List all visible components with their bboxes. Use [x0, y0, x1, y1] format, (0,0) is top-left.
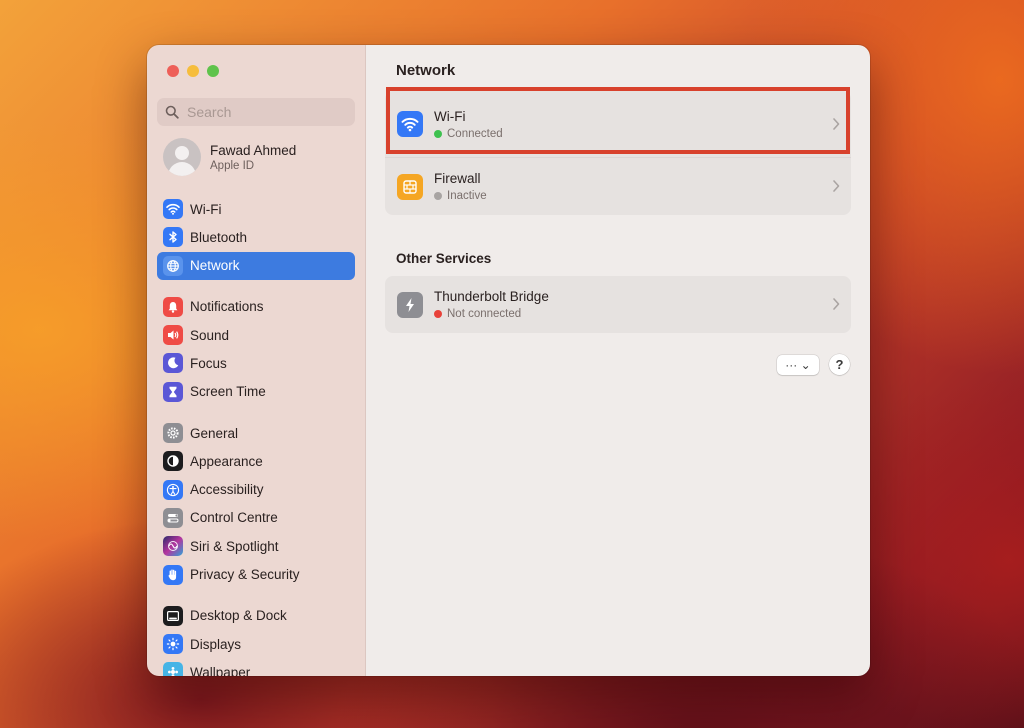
close-button[interactable] [167, 65, 179, 77]
sidebar-item-wifi[interactable]: Wi-Fi [157, 195, 355, 223]
moon-icon [163, 353, 183, 374]
sidebar-item-screen-time[interactable]: Screen Time [157, 378, 355, 406]
firewall-icon [397, 173, 423, 200]
sidebar-item-displays[interactable]: Displays [157, 630, 355, 658]
page-title: Network [396, 62, 456, 79]
sidebar-item-label: Displays [190, 636, 242, 652]
status-dot-inactive [434, 192, 442, 200]
sidebar-item-siri-spotlight[interactable]: Siri & Spotlight [157, 532, 355, 560]
sidebar-nav: Wi-Fi Bluetooth Network Notifications So… [157, 195, 355, 676]
sidebar-item-desktop-dock[interactable]: Desktop & Dock [157, 602, 355, 630]
sidebar-item-label: Bluetooth [190, 229, 248, 245]
sidebar-item-label: Accessibility [190, 482, 264, 498]
gear-icon [163, 423, 183, 444]
more-actions-button[interactable]: ··· ⌄ [777, 355, 819, 375]
sun-icon [163, 634, 183, 655]
service-status: Inactive [447, 190, 487, 202]
accessibility-icon [163, 479, 183, 500]
sidebar-item-label: Focus [190, 355, 227, 371]
siri-icon [163, 536, 183, 557]
other-services-title: Other Services [396, 251, 492, 266]
sidebar-item-general[interactable]: General [157, 419, 355, 447]
settings-window: Fawad Ahmed Apple ID Wi-Fi Bluetooth [147, 45, 870, 676]
service-name: Thunderbolt Bridge [434, 289, 549, 304]
sidebar-item-control-centre[interactable]: Control Centre [157, 504, 355, 532]
wifi-icon [163, 199, 183, 219]
chevron-right-icon [833, 180, 840, 192]
appearance-icon [163, 451, 183, 472]
apple-id-profile[interactable]: Fawad Ahmed Apple ID [163, 138, 296, 176]
bell-icon [163, 296, 183, 317]
profile-name: Fawad Ahmed [210, 142, 297, 158]
service-row-firewall[interactable]: Firewall Inactive [385, 158, 851, 215]
status-dot-not-connected [434, 310, 442, 318]
search-input[interactable] [185, 103, 349, 121]
profile-subtitle: Apple ID [210, 159, 255, 172]
hand-icon [163, 564, 183, 585]
sidebar-item-label: Privacy & Security [190, 567, 300, 583]
thunderbolt-icon [397, 291, 423, 318]
sidebar-item-focus[interactable]: Focus [157, 349, 355, 377]
sidebar-item-label: Wi-Fi [190, 201, 222, 217]
wallpaper-icon [163, 662, 183, 676]
status-badge: Not connected [434, 308, 549, 320]
help-button[interactable]: ? [829, 354, 850, 375]
sidebar-item-bluetooth[interactable]: Bluetooth [157, 223, 355, 251]
zoom-button[interactable] [207, 65, 219, 77]
sidebar-item-label: Appearance [190, 453, 263, 469]
sidebar-item-accessibility[interactable]: Accessibility [157, 476, 355, 504]
sidebar-item-label: General [190, 425, 239, 441]
sidebar-item-wallpaper[interactable]: Wallpaper [157, 658, 355, 676]
sidebar-item-appearance[interactable]: Appearance [157, 447, 355, 475]
dock-icon [163, 605, 183, 626]
search-icon [165, 105, 179, 119]
bluetooth-icon [163, 227, 183, 248]
hourglass-icon [163, 381, 183, 402]
service-row-thunderbolt-bridge[interactable]: Thunderbolt Bridge Not connected [385, 276, 851, 333]
sidebar-item-label: Notifications [190, 299, 264, 315]
sidebar-item-sound[interactable]: Sound [157, 321, 355, 349]
sidebar-item-privacy-security[interactable]: Privacy & Security [157, 561, 355, 589]
sidebar-item-label: Screen Time [190, 384, 266, 400]
sidebar-item-label: Siri & Spotlight [190, 538, 279, 554]
sidebar-item-label: Wallpaper [190, 664, 251, 676]
sidebar-item-label: Desktop & Dock [190, 608, 287, 624]
speaker-icon [163, 325, 183, 346]
minimize-button[interactable] [187, 65, 199, 77]
sidebar-item-label: Network [190, 258, 240, 274]
wifi-highlight-box [386, 87, 850, 154]
sidebar-item-label: Sound [190, 327, 230, 343]
sidebar-item-notifications[interactable]: Notifications [157, 293, 355, 321]
other-services-card: Thunderbolt Bridge Not connected [385, 276, 851, 333]
main-pane: Network Wi-Fi Connected Firewall Inactiv… [366, 45, 870, 676]
avatar [163, 138, 201, 176]
status-badge: Inactive [434, 190, 487, 202]
sidebar-item-network[interactable]: Network [157, 251, 355, 280]
sidebar: Fawad Ahmed Apple ID Wi-Fi Bluetooth [147, 45, 366, 676]
globe-icon [163, 255, 183, 276]
window-controls [167, 65, 219, 77]
service-status: Not connected [447, 308, 522, 320]
sidebar-item-label: Control Centre [190, 510, 278, 526]
search-field[interactable] [157, 98, 355, 126]
chevron-right-icon [833, 298, 840, 310]
control-centre-icon [163, 507, 183, 528]
service-name: Firewall [434, 171, 481, 186]
